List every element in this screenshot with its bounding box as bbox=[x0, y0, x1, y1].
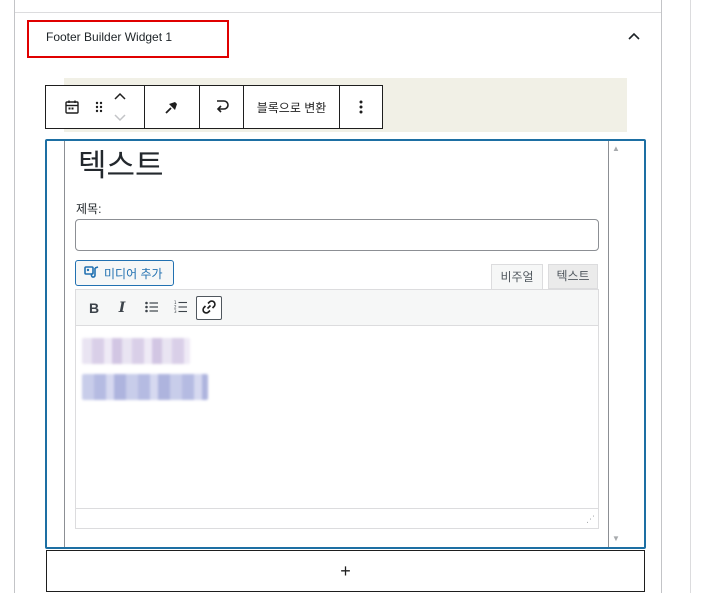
block-switcher-group bbox=[46, 86, 145, 128]
bulleted-list-icon bbox=[145, 300, 159, 316]
transform-button[interactable] bbox=[200, 86, 244, 128]
panel-left-border bbox=[14, 0, 15, 593]
link-button[interactable] bbox=[196, 296, 222, 320]
transform-icon bbox=[214, 98, 230, 116]
resize-handle-icon[interactable]: ⋰ bbox=[586, 514, 595, 524]
numbered-list-icon: 123 bbox=[174, 300, 188, 316]
redacted-content-line bbox=[82, 338, 190, 364]
tab-visual[interactable]: 비주얼 bbox=[491, 264, 543, 290]
block-toolbar: 블록으로 변환 bbox=[45, 85, 383, 129]
convert-to-blocks-button[interactable]: 블록으로 변환 bbox=[244, 86, 340, 128]
chevron-up-icon[interactable] bbox=[114, 87, 126, 105]
add-media-button[interactable]: 미디어 추가 bbox=[75, 260, 174, 286]
numbered-list-button[interactable]: 123 bbox=[168, 296, 194, 320]
iframe-left-border bbox=[64, 141, 65, 547]
chevron-down-icon[interactable] bbox=[114, 109, 126, 127]
italic-button[interactable]: I bbox=[109, 296, 135, 320]
sidebar-divider bbox=[690, 0, 691, 593]
annotation-highlight-box bbox=[27, 20, 229, 58]
title-label: 제목: bbox=[76, 202, 102, 216]
add-block-button[interactable]: + bbox=[46, 550, 645, 592]
widget-header-top-border bbox=[15, 12, 661, 13]
scroll-up-icon[interactable]: ▲ bbox=[612, 144, 620, 153]
add-media-label: 미디어 추가 bbox=[104, 266, 163, 281]
media-icon bbox=[84, 265, 100, 282]
editor-status-bar bbox=[76, 508, 598, 528]
bold-button[interactable]: B bbox=[81, 296, 107, 320]
link-icon bbox=[201, 299, 217, 318]
more-options-button[interactable] bbox=[340, 86, 382, 128]
block-movers bbox=[114, 87, 126, 127]
pin-button[interactable] bbox=[145, 86, 200, 128]
widget-heading: 텍스트 bbox=[78, 148, 164, 184]
drag-handle-icon[interactable] bbox=[94, 99, 104, 115]
title-input[interactable] bbox=[75, 219, 599, 251]
tab-text[interactable]: 텍스트 bbox=[548, 264, 598, 289]
bulleted-list-button[interactable] bbox=[139, 296, 165, 320]
scroll-down-icon[interactable]: ▼ bbox=[612, 534, 620, 543]
svg-text:3: 3 bbox=[174, 309, 177, 313]
more-vertical-icon bbox=[359, 99, 363, 115]
pin-icon bbox=[163, 98, 181, 116]
scrollbar[interactable] bbox=[608, 141, 626, 547]
collapse-chevron-icon[interactable] bbox=[622, 26, 646, 46]
panel-right-border bbox=[661, 0, 662, 593]
redacted-content-link bbox=[82, 374, 208, 400]
calendar-icon[interactable] bbox=[64, 99, 80, 115]
